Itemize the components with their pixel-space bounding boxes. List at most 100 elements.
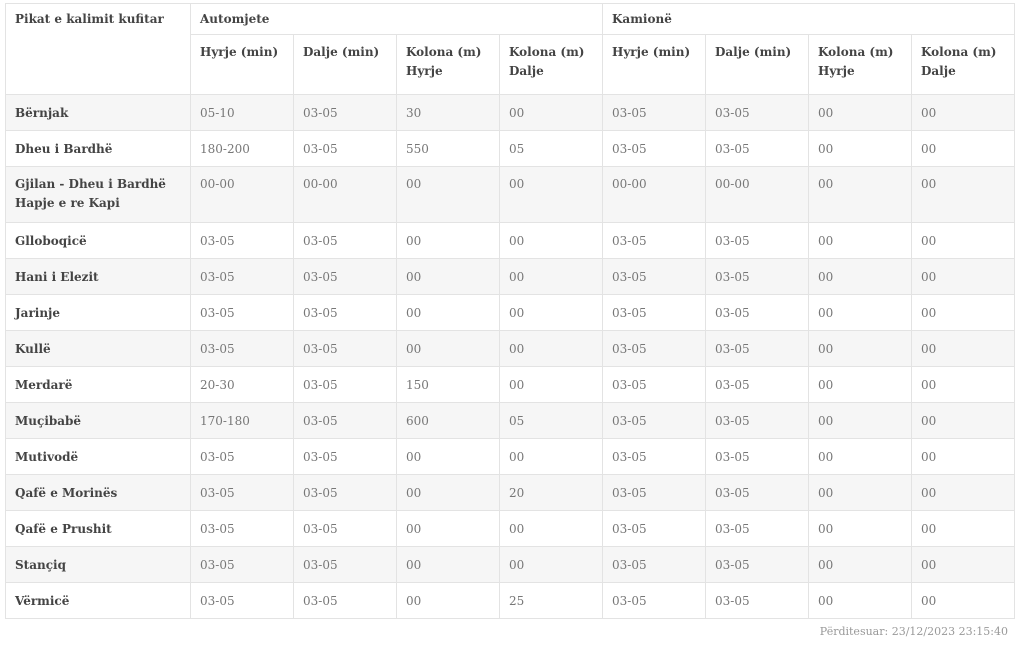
crossing-name-cell: Qafë e Prushit bbox=[5, 510, 191, 547]
value-cell: 00 bbox=[499, 330, 603, 367]
value-cell: 03-05 bbox=[705, 94, 809, 131]
column-header-line: Dalje (min) bbox=[715, 45, 792, 59]
value-cell: 03-05 bbox=[705, 474, 809, 511]
value-cell: 00-00 bbox=[190, 166, 294, 223]
column-header: Kolona (m) Dalje bbox=[910, 34, 1016, 95]
crossing-name: Mutivodë bbox=[15, 450, 79, 464]
value-cell: 03-05 bbox=[293, 510, 397, 547]
table-row: Dheu i Bardhë 180-200 03-05 550 05 03-05 03-05… bbox=[5, 130, 1016, 167]
value-cell: 03-05 bbox=[602, 582, 706, 619]
column-header-line: Kolona (m) bbox=[921, 45, 997, 59]
value-cell: 03-05 bbox=[293, 366, 397, 403]
value-cell: 03-05 bbox=[705, 510, 809, 547]
crossing-name-cell: Gjilan - Dheu i Bardhë Hapje e re Kapi bbox=[5, 166, 191, 223]
value-cell: 03-05 bbox=[602, 402, 706, 439]
value-cell: 00 bbox=[910, 366, 1016, 403]
column-header: Kolona (m) Dalje bbox=[499, 34, 603, 95]
value-cell: 00 bbox=[910, 546, 1016, 583]
value-cell: 03-05 bbox=[602, 130, 706, 167]
value-cell: 00 bbox=[808, 546, 912, 583]
value-cell: 03-05 bbox=[705, 222, 809, 259]
table-row: Gjilan - Dheu i Bardhë Hapje e re Kapi 00-… bbox=[5, 166, 1016, 223]
value-cell: 03-05 bbox=[190, 582, 294, 619]
crossing-name-cell: Qafë e Morinës bbox=[5, 474, 191, 511]
value-cell: 20-30 bbox=[190, 366, 294, 403]
value-cell: 150 bbox=[396, 366, 500, 403]
table-row: Mutivodë 03-05 03-05 00 00 03-05 03-05 00 00 bbox=[5, 438, 1016, 475]
value-cell: 00 bbox=[808, 330, 912, 367]
table-body: Bërnjak 05-10 03-05 30 00 03-05 03-05 00 00 Dheu … bbox=[5, 94, 1016, 619]
value-cell: 03-05 bbox=[602, 294, 706, 331]
value-cell: 00 bbox=[808, 510, 912, 547]
group-header-automjete: Automjete bbox=[190, 3, 603, 35]
value-cell: 00 bbox=[808, 474, 912, 511]
value-cell: 03-05 bbox=[293, 130, 397, 167]
value-cell: 00-00 bbox=[705, 166, 809, 223]
value-cell: 00 bbox=[396, 582, 500, 619]
value-cell: 03-05 bbox=[602, 546, 706, 583]
value-cell: 03-05 bbox=[190, 546, 294, 583]
value-cell: 05 bbox=[499, 402, 603, 439]
crossing-name: Bërnjak bbox=[15, 106, 69, 120]
column-header-line: Kolona (m) bbox=[406, 45, 482, 59]
crossing-name-cell: Vërmicë bbox=[5, 582, 191, 619]
value-cell: 00 bbox=[396, 438, 500, 475]
value-cell: 03-05 bbox=[602, 330, 706, 367]
value-cell: 03-05 bbox=[293, 222, 397, 259]
value-cell: 03-05 bbox=[293, 94, 397, 131]
value-cell: 00 bbox=[499, 438, 603, 475]
value-cell: 00 bbox=[808, 438, 912, 475]
crossing-name: Hapje e re Kapi bbox=[15, 196, 120, 210]
crossing-name-cell: Merdarë bbox=[5, 366, 191, 403]
column-header-line: Kolona (m) bbox=[509, 45, 585, 59]
value-cell: 00 bbox=[808, 130, 912, 167]
table-row: Glloboqicë 03-05 03-05 00 00 03-05 03-05 00 00 bbox=[5, 222, 1016, 259]
crossing-name: Qafë e Morinës bbox=[15, 486, 118, 500]
value-cell: 00-00 bbox=[293, 166, 397, 223]
value-cell: 03-05 bbox=[602, 222, 706, 259]
value-cell: 00 bbox=[499, 366, 603, 403]
value-cell: 03-05 bbox=[190, 258, 294, 295]
value-cell: 00 bbox=[396, 258, 500, 295]
value-cell: 00 bbox=[499, 222, 603, 259]
value-cell: 03-05 bbox=[705, 438, 809, 475]
column-header: Dalje (min) bbox=[293, 34, 397, 95]
column-header: Hyrje (min) bbox=[190, 34, 294, 95]
column-header: Dalje (min) bbox=[705, 34, 809, 95]
value-cell: 00 bbox=[910, 130, 1016, 167]
value-cell: 00 bbox=[396, 510, 500, 547]
crossing-name: Muçibabë bbox=[15, 414, 82, 428]
crossing-name: Dheu i Bardhë bbox=[15, 142, 113, 156]
value-cell: 30 bbox=[396, 94, 500, 131]
value-cell: 00 bbox=[499, 94, 603, 131]
value-cell: 03-05 bbox=[190, 294, 294, 331]
table-row: Merdarë 20-30 03-05 150 00 03-05 03-05 00 00 bbox=[5, 366, 1016, 403]
table-row: Bërnjak 05-10 03-05 30 00 03-05 03-05 00 00 bbox=[5, 94, 1016, 131]
crossing-name: Glloboqicë bbox=[15, 234, 87, 248]
value-cell: 03-05 bbox=[293, 258, 397, 295]
column-header-line: Dalje (min) bbox=[303, 45, 380, 59]
crossing-name: Jarinje bbox=[15, 306, 61, 320]
table-row: Qafë e Morinës 03-05 03-05 00 20 03-05 03-05 00… bbox=[5, 474, 1016, 511]
value-cell: 00 bbox=[808, 294, 912, 331]
border-crossings-table: Pikat e kalimit kufitar Automjete Kamion… bbox=[5, 3, 1016, 619]
value-cell: 03-05 bbox=[190, 474, 294, 511]
table-row: Vërmicë 03-05 03-05 00 25 03-05 03-05 00 00 bbox=[5, 582, 1016, 619]
value-cell: 170-180 bbox=[190, 402, 294, 439]
value-cell: 03-05 bbox=[293, 330, 397, 367]
value-cell: 00 bbox=[808, 366, 912, 403]
value-cell: 00 bbox=[910, 222, 1016, 259]
value-cell: 00 bbox=[808, 402, 912, 439]
column-header: Kolona (m) Hyrje bbox=[396, 34, 500, 95]
value-cell: 00 bbox=[910, 474, 1016, 511]
border-crossings-table-wrapper: Pikat e kalimit kufitar Automjete Kamion… bbox=[5, 3, 1016, 619]
value-cell: 03-05 bbox=[705, 366, 809, 403]
value-cell: 00 bbox=[499, 546, 603, 583]
crossing-name: Hani i Elezit bbox=[15, 270, 99, 284]
value-cell: 00 bbox=[910, 438, 1016, 475]
table-row: Hani i Elezit 03-05 03-05 00 00 03-05 03-05 00 0… bbox=[5, 258, 1016, 295]
crossing-name: Gjilan - Dheu i Bardhë bbox=[15, 177, 166, 191]
crossing-name: Merdarë bbox=[15, 378, 73, 392]
value-cell: 03-05 bbox=[602, 438, 706, 475]
value-cell: 03-05 bbox=[190, 330, 294, 367]
